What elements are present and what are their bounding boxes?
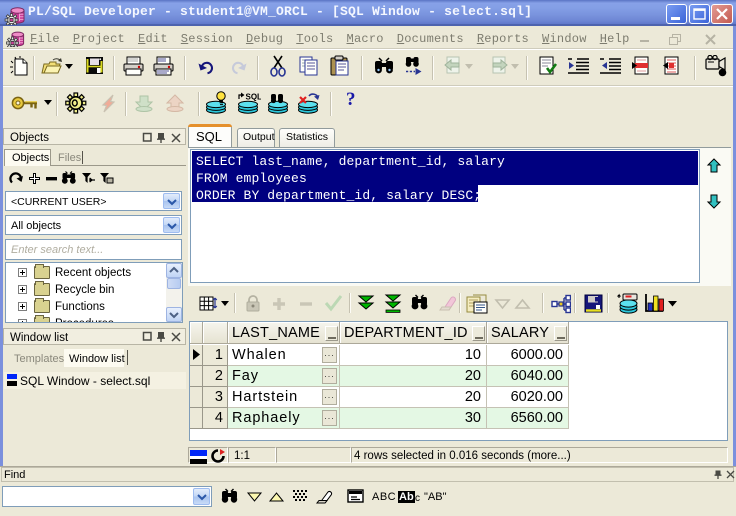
svg-text:SQL: SQL <box>246 93 262 102</box>
